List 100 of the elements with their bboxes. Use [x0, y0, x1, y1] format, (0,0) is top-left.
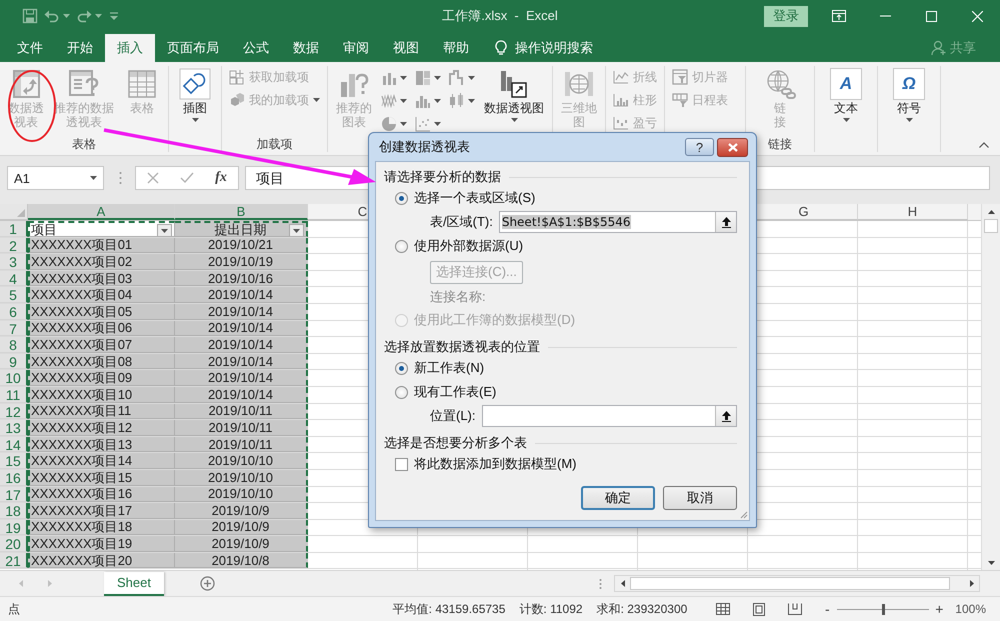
- scroll-thumb[interactable]: [630, 577, 950, 590]
- column-header[interactable]: B: [175, 204, 308, 220]
- add-sheet-button[interactable]: [200, 576, 215, 591]
- insert-function-button[interactable]: fx: [209, 168, 233, 188]
- down-arrow-icon: [988, 560, 994, 564]
- radio-button[interactable]: [395, 362, 408, 374]
- table-icon: [126, 68, 158, 100]
- person-icon: [931, 40, 947, 56]
- row-number[interactable]: 14: [0, 436, 28, 452]
- row-number[interactable]: 18: [0, 503, 28, 519]
- ribbon-button[interactable]: 数据透视图: [480, 66, 548, 123]
- ribbon-tab[interactable]: 审阅: [331, 34, 381, 62]
- cancel-icon: [147, 172, 159, 184]
- ribbon-tab[interactable]: 视图: [381, 34, 431, 62]
- range-field[interactable]: [482, 405, 737, 427]
- row-number[interactable]: 15: [0, 453, 28, 469]
- ribbon-tab[interactable]: 帮助: [431, 34, 481, 62]
- ribbon-tab[interactable]: 公式: [231, 34, 281, 62]
- ok-button[interactable]: 确定: [581, 486, 655, 510]
- win-loss-icon: [613, 115, 629, 131]
- row-number[interactable]: 4: [0, 270, 28, 286]
- window-title: 工作簿.xlsx - Excel: [441, 7, 559, 25]
- share-button[interactable]: 共享: [931, 34, 976, 62]
- ribbon-tab[interactable]: 数据: [281, 34, 331, 62]
- sheet-tab[interactable]: Sheet: [104, 572, 164, 596]
- row-number[interactable]: 11: [0, 386, 28, 403]
- radio-button[interactable]: [395, 240, 408, 252]
- ribbon-tab[interactable]: 开始: [55, 34, 105, 62]
- caret-icon: [90, 176, 97, 180]
- cancel-button[interactable]: 取消: [663, 486, 737, 510]
- page-icon: [753, 602, 766, 616]
- row-number[interactable]: 12: [0, 404, 28, 420]
- radio-button[interactable]: [395, 192, 408, 204]
- zoom-out-button[interactable]: -: [821, 601, 834, 617]
- row-number[interactable]: 5: [0, 287, 28, 303]
- row-number[interactable]: 20: [0, 536, 28, 552]
- filter-panel-icon: [672, 69, 688, 85]
- table-cell: 2019/10/14: [208, 386, 274, 402]
- name-box[interactable]: A1: [7, 166, 104, 190]
- table-cell: 2019/10/9: [212, 520, 270, 534]
- ribbon-tab[interactable]: 页面布局: [155, 34, 231, 62]
- table-cell: 2019/10/11: [208, 420, 273, 435]
- row-number[interactable]: 17: [0, 486, 28, 502]
- zoom-in-button[interactable]: +: [933, 601, 946, 617]
- customize-menu-icon[interactable]: [108, 10, 120, 22]
- row-number[interactable]: 7: [0, 320, 28, 336]
- column-header[interactable]: H: [858, 204, 968, 220]
- filter-dropdown-button[interactable]: [157, 224, 172, 236]
- ribbon-button[interactable]: 插图: [173, 66, 217, 123]
- table-cell: XXXXXXX项目10: [31, 386, 132, 402]
- horizontal-scrollbar[interactable]: [614, 575, 980, 592]
- scroll-thumb[interactable]: [984, 219, 998, 233]
- checkbox[interactable]: [395, 458, 408, 470]
- table-cell: XXXXXXX项目19: [31, 536, 132, 551]
- letter-icon: A: [830, 68, 862, 100]
- filter-dropdown-button[interactable]: [289, 224, 304, 236]
- ribbon-tab[interactable]: 插入: [105, 34, 155, 62]
- slider-thumb[interactable]: [882, 604, 886, 614]
- column-header[interactable]: A: [28, 204, 175, 220]
- redo-icon[interactable]: [76, 8, 92, 24]
- lightbulb-icon: [495, 40, 507, 56]
- field-label: 表/区域(T):: [430, 213, 493, 231]
- range-field[interactable]: Sheet!$A$1:$B$5546: [498, 211, 737, 233]
- range-picker-button[interactable]: [715, 406, 736, 426]
- table-cell: 2019/10/9: [212, 536, 270, 551]
- row-number[interactable]: 2: [0, 238, 28, 254]
- row-number[interactable]: 3: [0, 254, 28, 270]
- radio-button[interactable]: [395, 386, 408, 398]
- range-picker-button[interactable]: [715, 212, 736, 232]
- ribbon-button[interactable]: A 文本: [824, 66, 868, 123]
- status-stat: 求和: 239320300: [596, 600, 688, 618]
- vertical-scrollbar[interactable]: [981, 204, 1000, 570]
- row-number[interactable]: 9: [0, 354, 28, 370]
- close-button[interactable]: [717, 138, 748, 156]
- tell-me-search[interactable]: 操作说明搜索: [495, 34, 593, 62]
- save-icon[interactable]: [22, 8, 38, 24]
- table-cell: 提出日期: [214, 222, 266, 236]
- row-number[interactable]: 19: [0, 520, 28, 536]
- connection-name-label: 连接名称:: [430, 288, 486, 306]
- undo-icon[interactable]: [44, 8, 60, 24]
- help-button[interactable]: ?: [685, 138, 714, 156]
- grid-icon: [716, 603, 730, 615]
- row-number[interactable]: 6: [0, 304, 28, 320]
- section-heading: 选择是否想要分析多个表: [384, 434, 527, 452]
- row-number[interactable]: 16: [0, 470, 28, 486]
- zoom-level[interactable]: 100%: [955, 602, 986, 616]
- row-number[interactable]: 8: [0, 337, 28, 353]
- section-heading: 请选择要分析的数据: [384, 168, 501, 186]
- sign-in-button[interactable]: 登录: [764, 6, 808, 26]
- table-cell: XXXXXXX项目20: [31, 552, 132, 568]
- ribbon-button[interactable]: Ω 符号: [887, 66, 931, 123]
- corner-triangle-icon: [17, 209, 25, 217]
- table-cell: 2019/10/14: [208, 320, 274, 336]
- row-number[interactable]: 10: [0, 370, 28, 386]
- caret-icon: [161, 228, 168, 232]
- wave-chart-icon: [381, 92, 397, 108]
- row-number[interactable]: 13: [0, 420, 28, 436]
- ribbon-tab[interactable]: 文件: [5, 34, 55, 62]
- row-number[interactable]: 1: [0, 221, 28, 237]
- row-number[interactable]: 21: [0, 552, 28, 568]
